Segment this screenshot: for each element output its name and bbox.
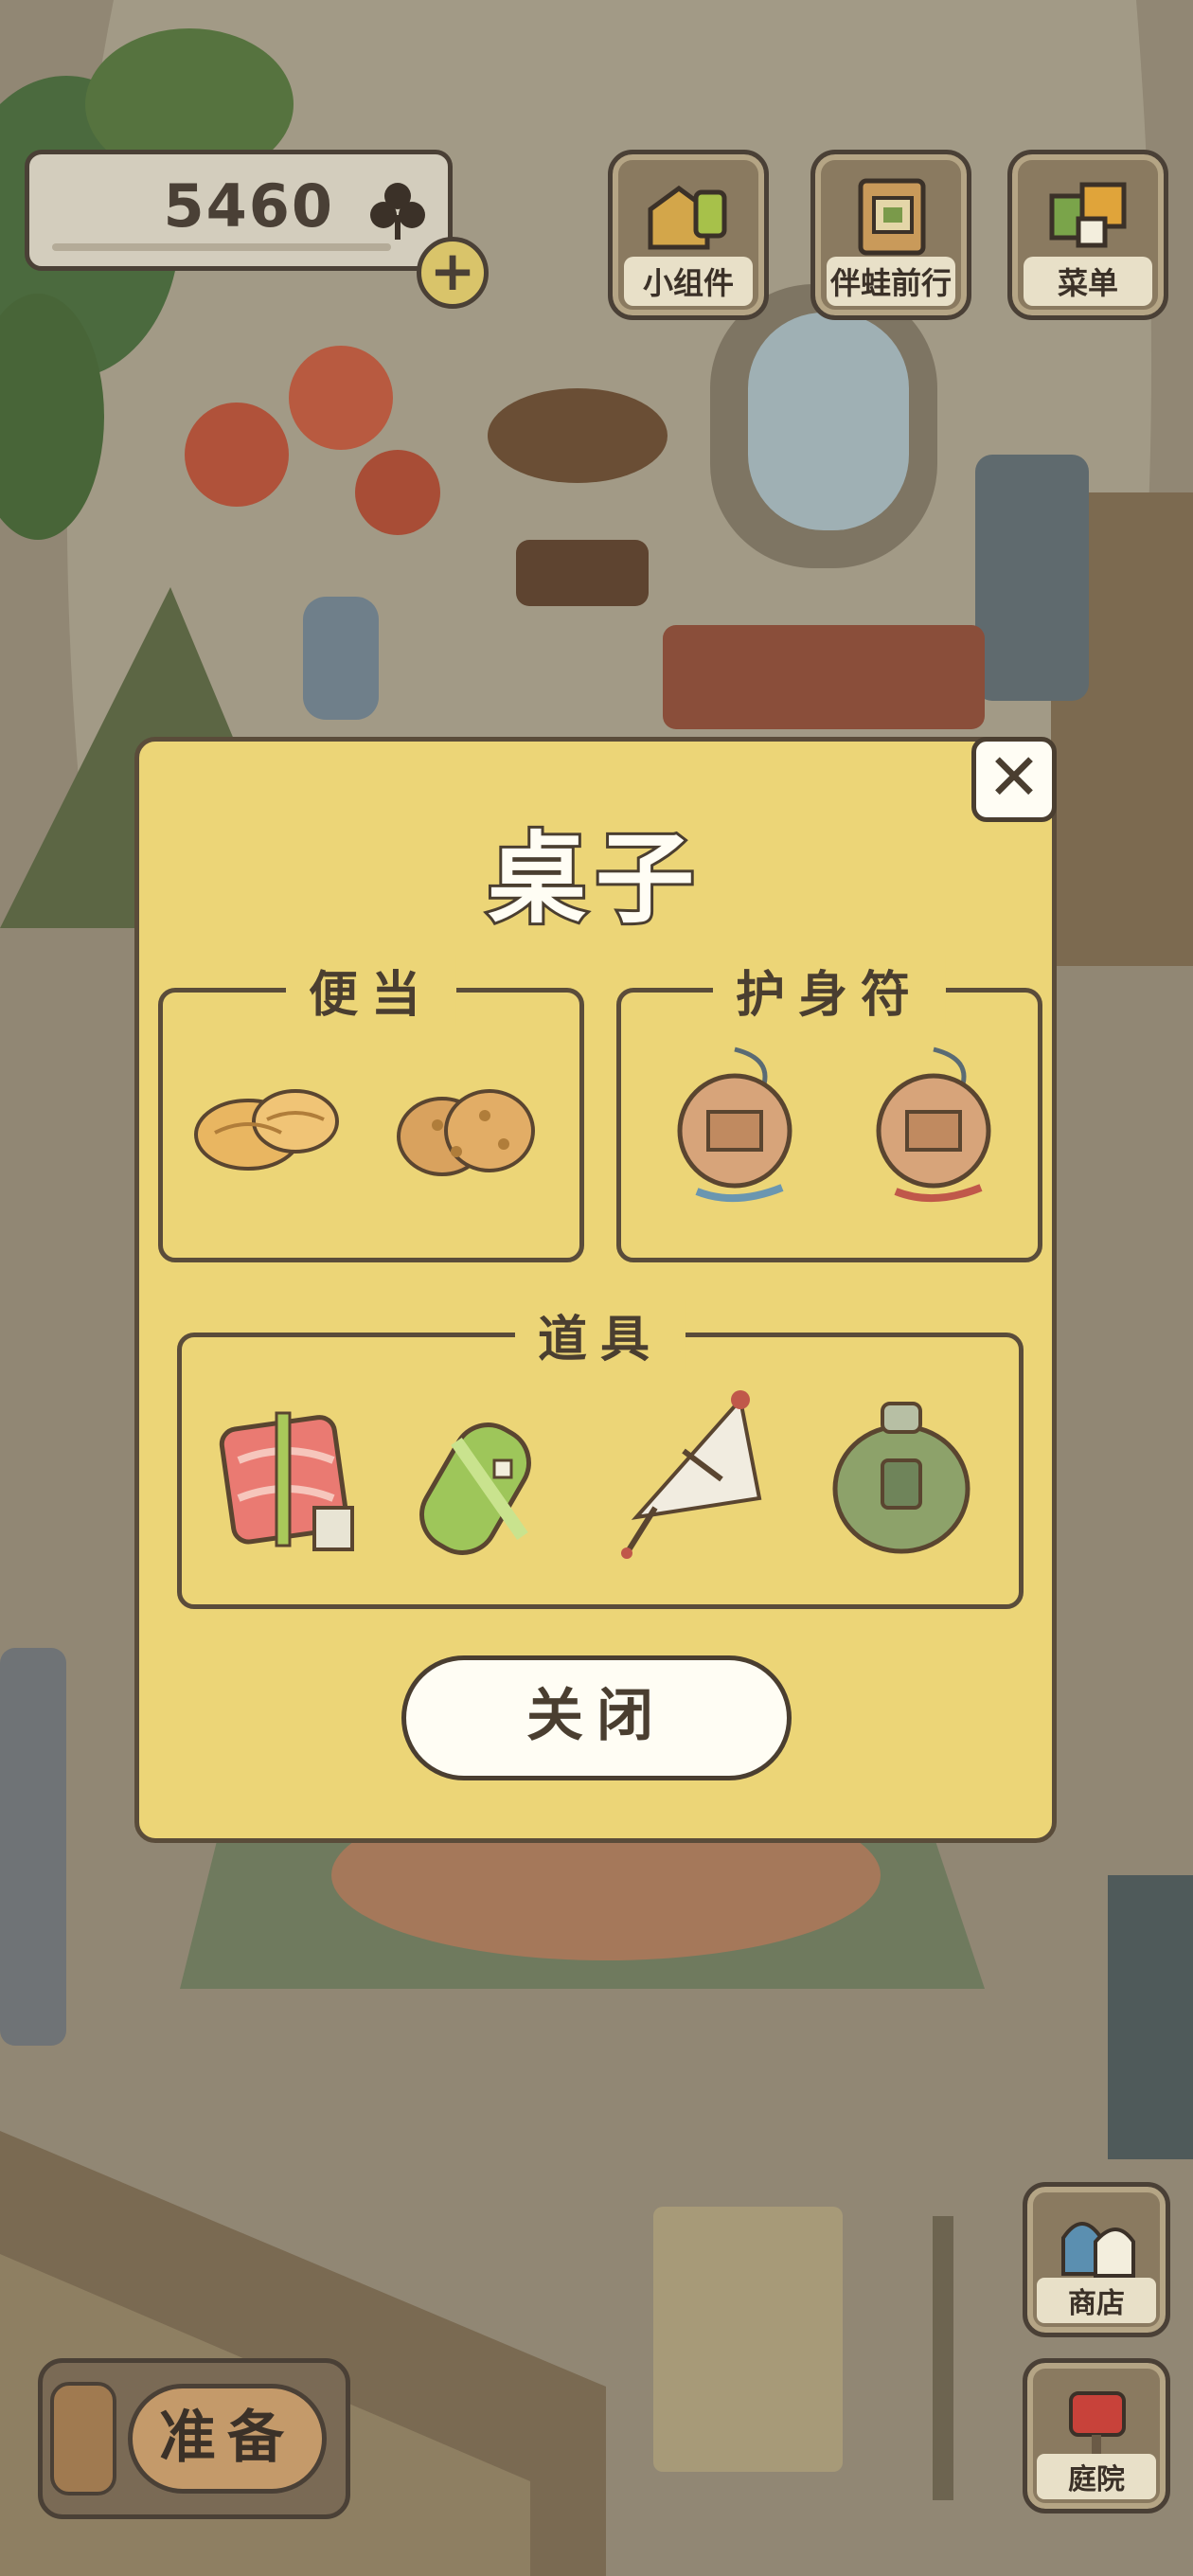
travel-album-button[interactable]: 伴蛙前行 <box>810 150 971 320</box>
menu-icon <box>1049 182 1127 248</box>
clover-counter: 5460 <box>25 150 453 271</box>
charm-section-label: 护身符 <box>712 955 947 1026</box>
wooden-charm-red-icon[interactable] <box>858 1040 1009 1220</box>
ready-button[interactable]: 准备 <box>38 2358 350 2519</box>
green-mat-icon[interactable] <box>409 1385 561 1565</box>
log-icon <box>50 2382 116 2496</box>
rolled-bread-icon[interactable] <box>191 1049 343 1201</box>
pink-blanket-icon[interactable] <box>210 1385 362 1565</box>
clover-icon <box>370 183 425 240</box>
paper-umbrella-icon[interactable] <box>617 1385 769 1565</box>
add-clover-button[interactable]: + <box>417 237 489 309</box>
gadget-label: 小组件 <box>624 257 753 306</box>
clover-count: 5460 <box>163 171 334 241</box>
item-section-label: 道具 <box>514 1299 686 1370</box>
travel-album-label: 伴蛙前行 <box>827 257 955 306</box>
close-button[interactable]: 关闭 <box>401 1655 792 1780</box>
bento-section-label: 便当 <box>285 955 457 1026</box>
album-icon <box>858 178 926 256</box>
counter-divider <box>52 243 391 251</box>
charm-section: 护身符 <box>616 955 1042 1262</box>
close-icon[interactable]: ✕ <box>971 737 1057 822</box>
gadget-button[interactable]: 小组件 <box>608 150 769 320</box>
shop-icon <box>1061 2222 1135 2278</box>
menu-label: 菜单 <box>1024 257 1152 306</box>
bento-section: 便当 <box>158 955 584 1262</box>
mailbox-icon <box>1069 2391 1126 2454</box>
wooden-charm-blue-icon[interactable] <box>659 1040 810 1220</box>
canteen-icon[interactable] <box>826 1385 977 1565</box>
yard-label: 庭院 <box>1037 2454 1156 2499</box>
menu-button[interactable]: 菜单 <box>1007 150 1168 320</box>
dialog-title: 桌子 <box>485 818 703 939</box>
crumble-bread-icon[interactable] <box>390 1049 542 1201</box>
yard-button[interactable]: 庭院 <box>1023 2358 1170 2513</box>
shop-button[interactable]: 商店 <box>1023 2182 1170 2337</box>
ready-label: 准备 <box>128 2384 327 2494</box>
shop-label: 商店 <box>1037 2278 1156 2323</box>
gadget-icon <box>648 185 727 250</box>
item-section: 道具 <box>177 1299 1024 1609</box>
